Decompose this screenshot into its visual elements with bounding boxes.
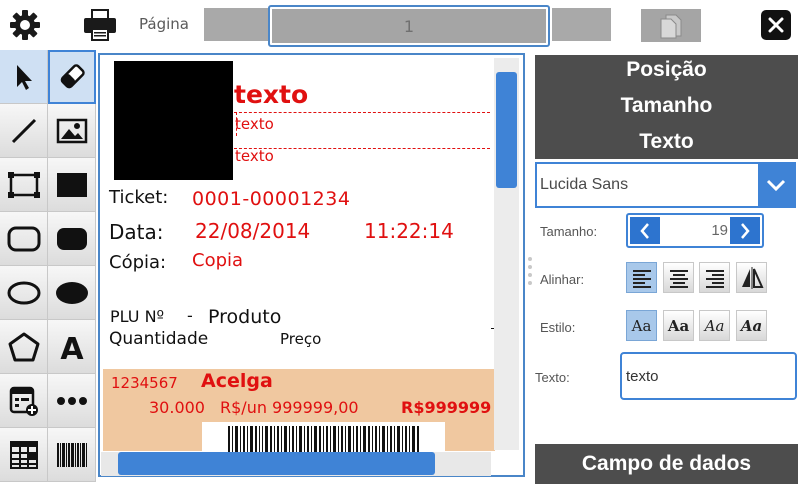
- rounded-rect-outline-icon[interactable]: [0, 212, 48, 266]
- page-field-left-segment: [204, 8, 268, 41]
- style-bold-sample: Aa: [667, 316, 690, 335]
- polygon-icon[interactable]: [0, 320, 48, 374]
- more-icon[interactable]: [48, 374, 96, 428]
- receipt-text-small-2[interactable]: texto: [235, 147, 274, 165]
- barcode-area[interactable]: [202, 422, 445, 452]
- rectangle-outline-icon[interactable]: [0, 158, 48, 212]
- barcode-icon[interactable]: [48, 428, 96, 482]
- price-label[interactable]: Preço: [280, 330, 321, 348]
- style-bold-italic-button[interactable]: Aa: [736, 310, 767, 341]
- align-label: Alinhar:: [540, 272, 585, 287]
- rectangle-filled-icon[interactable]: [48, 158, 96, 212]
- size-label: Tamanho:: [540, 224, 598, 239]
- receipt-text-small-1[interactable]: texto: [235, 115, 274, 133]
- copy-pages-button[interactable]: [641, 9, 701, 42]
- vertical-scrollbar-thumb[interactable]: [496, 72, 517, 188]
- receipt-text-large[interactable]: texto: [234, 81, 308, 109]
- item-name[interactable]: Acelga: [201, 370, 273, 392]
- horizontal-scrollbar-thumb[interactable]: [118, 452, 435, 475]
- text-label: Texto:: [535, 370, 570, 385]
- ellipse-outline-icon[interactable]: [0, 266, 48, 320]
- font-select-value: Lucida Sans: [540, 176, 629, 193]
- style-label: Estilo:: [540, 320, 576, 335]
- svg-text:A: A: [60, 332, 84, 363]
- logo-placeholder[interactable]: [114, 61, 233, 180]
- style-regular-sample: Aa: [631, 316, 652, 335]
- align-center-icon[interactable]: [663, 262, 694, 293]
- ticket-label[interactable]: Ticket:: [109, 187, 168, 208]
- copy-label[interactable]: Cópia:: [109, 252, 166, 273]
- item-total[interactable]: R$999999: [401, 398, 495, 417]
- drawing-toolbar: A: [0, 50, 97, 484]
- ellipse-filled-icon[interactable]: [48, 266, 96, 320]
- line-icon[interactable]: [0, 104, 48, 158]
- data-field-button[interactable]: Campo de dados: [535, 444, 798, 484]
- date-value[interactable]: 22/08/2014: [195, 219, 310, 243]
- style-bold-button[interactable]: Aa: [663, 310, 694, 341]
- ticket-value[interactable]: 0001-00001234: [192, 188, 350, 210]
- tab-text[interactable]: Texto: [535, 130, 798, 154]
- close-icon[interactable]: [761, 10, 791, 40]
- plu-dash[interactable]: -: [187, 306, 193, 325]
- text-input[interactable]: texto: [620, 352, 797, 400]
- align-left-icon[interactable]: [626, 262, 657, 293]
- chevron-right-icon[interactable]: [730, 217, 760, 244]
- page-label: Página: [139, 15, 189, 33]
- page-number-value: 1: [272, 9, 546, 43]
- page-field-right-segment: [552, 8, 611, 41]
- add-field-icon[interactable]: [0, 374, 48, 428]
- quantity-label[interactable]: Quantidade: [109, 329, 208, 349]
- copy-pages-icon: [660, 14, 682, 38]
- panel-splitter-handle[interactable]: [527, 256, 533, 286]
- tab-position[interactable]: Posição: [535, 58, 798, 82]
- eraser-icon[interactable]: [48, 50, 96, 104]
- text-tool-icon[interactable]: A: [48, 320, 96, 374]
- plu-label[interactable]: PLU Nº: [110, 307, 164, 326]
- time-value[interactable]: 11:22:14: [364, 219, 454, 243]
- rounded-rect-filled-icon[interactable]: [48, 212, 96, 266]
- page-number-field[interactable]: 1: [268, 5, 550, 47]
- style-italic-sample: Aa: [704, 316, 725, 335]
- chevron-down-icon[interactable]: [758, 164, 794, 206]
- style-italic-button[interactable]: Aa: [699, 310, 730, 341]
- style-bold-italic-sample: Aa: [740, 316, 763, 335]
- style-regular-button[interactable]: Aa: [626, 310, 657, 341]
- barcode-graphic: [228, 426, 419, 452]
- item-code[interactable]: 1234567: [111, 374, 178, 392]
- item-unit-price[interactable]: R$/un 999999,00: [220, 398, 359, 417]
- table-icon[interactable]: [0, 428, 48, 482]
- chevron-left-icon[interactable]: [630, 217, 660, 244]
- date-label[interactable]: Data:: [109, 220, 164, 244]
- align-right-icon[interactable]: [699, 262, 730, 293]
- size-value: 19: [711, 222, 728, 239]
- text-selection-line-1: [234, 112, 490, 113]
- mirror-icon[interactable]: [736, 262, 767, 293]
- tab-size[interactable]: Tamanho: [535, 94, 798, 118]
- image-icon[interactable]: [48, 104, 96, 158]
- product-label[interactable]: Produto: [208, 306, 281, 328]
- printer-icon[interactable]: [82, 6, 118, 44]
- copy-value[interactable]: Copia: [192, 250, 243, 271]
- gear-icon[interactable]: [8, 8, 42, 42]
- cursor-icon[interactable]: [0, 50, 48, 104]
- item-qty[interactable]: 30.000: [149, 398, 205, 417]
